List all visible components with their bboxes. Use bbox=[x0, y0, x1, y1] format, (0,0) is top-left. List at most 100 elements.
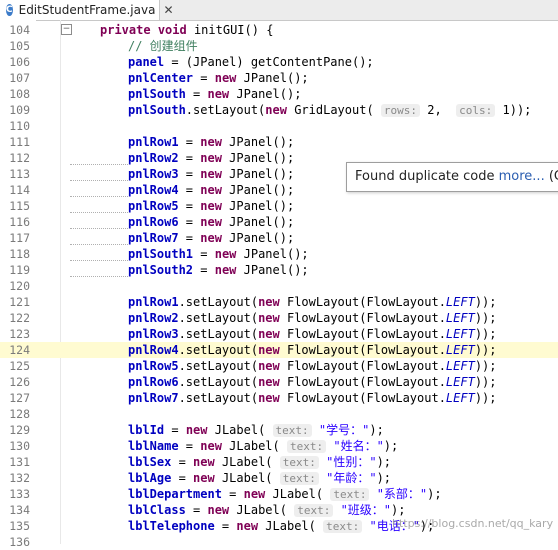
code-token: new bbox=[214, 71, 237, 85]
duplicate-code-marker bbox=[70, 210, 128, 213]
code-line[interactable]: 122 pnlRow2.setLayout(new FlowLayout(Flow… bbox=[0, 310, 558, 326]
code-token: pnlRow2 bbox=[128, 311, 179, 325]
line-number: 108 bbox=[9, 87, 30, 101]
line-number: 119 bbox=[9, 263, 30, 277]
line-number: 134 bbox=[9, 503, 30, 517]
parameter-hint: text: bbox=[323, 520, 363, 533]
code-token: lblTelephone bbox=[128, 519, 215, 533]
code-token: JLabel( bbox=[214, 455, 280, 469]
code-token: LEFT bbox=[445, 343, 475, 357]
code-token: pnlRow7 bbox=[128, 231, 179, 245]
code-line[interactable]: 133 lblDepartment = new JLabel( text: "系部… bbox=[0, 486, 558, 502]
code-line[interactable]: 105 // 创建组件 bbox=[0, 38, 558, 54]
tooltip-text: Found duplicate code bbox=[355, 169, 499, 184]
line-number: 106 bbox=[9, 55, 30, 69]
code-token: new bbox=[265, 103, 287, 117]
code-token: = bbox=[178, 199, 201, 213]
line-number: 117 bbox=[9, 231, 30, 245]
code-line[interactable]: 108 pnlSouth = new JPanel(); bbox=[0, 86, 558, 102]
line-number: 125 bbox=[9, 359, 30, 373]
code-token: = (JPanel) getContentPane(); bbox=[164, 55, 374, 69]
code-token: new bbox=[200, 151, 222, 165]
code-token: .setLayout( bbox=[178, 311, 259, 325]
code-text: lblId = new JLabel( text: "学号："); bbox=[128, 422, 384, 439]
code-token: FlowLayout(FlowLayout. bbox=[279, 391, 446, 405]
code-line[interactable]: 128 bbox=[0, 406, 558, 422]
code-text: pnlRow1.setLayout(new FlowLayout(FlowLay… bbox=[128, 294, 497, 310]
code-token: pnlRow3 bbox=[128, 327, 179, 341]
code-token: pnlRow4 bbox=[128, 183, 179, 197]
code-token: JPanel(); bbox=[236, 247, 309, 261]
code-line[interactable]: 107 pnlCenter = new JPanel(); bbox=[0, 70, 558, 86]
code-token: new bbox=[214, 263, 237, 277]
code-token: new bbox=[185, 423, 208, 437]
code-line[interactable]: 123 pnlRow3.setLayout(new FlowLayout(Flow… bbox=[0, 326, 558, 342]
code-line[interactable]: 130 lblName = new JLabel( text: "姓名："); bbox=[0, 438, 558, 454]
code-token: pnlRow5 bbox=[128, 199, 179, 213]
code-line[interactable]: 124 pnlRow4.setLayout(new FlowLayout(Flow… bbox=[0, 342, 558, 358]
code-line[interactable]: 134 lblClass = new JLabel( text: "班级："); bbox=[0, 502, 558, 518]
code-token: )); bbox=[474, 375, 497, 389]
code-token: JPanel(); bbox=[236, 263, 309, 277]
duplicate-code-marker bbox=[70, 258, 128, 261]
code-token: pnlCenter bbox=[128, 71, 194, 85]
code-token: ); bbox=[376, 471, 392, 485]
code-text: pnlRow5.setLayout(new FlowLayout(FlowLay… bbox=[128, 358, 497, 374]
code-token: lblAge bbox=[128, 471, 172, 485]
code-line[interactable]: 136 bbox=[0, 534, 558, 550]
code-token: JPanel(); bbox=[229, 87, 302, 101]
code-line[interactable]: 109 pnlSouth.setLayout(new GridLayout( ro… bbox=[0, 102, 558, 118]
code-token: .setLayout( bbox=[178, 343, 259, 357]
code-line[interactable]: 127 pnlRow7.setLayout(new FlowLayout(Flow… bbox=[0, 390, 558, 406]
code-line[interactable]: 121 pnlRow1.setLayout(new FlowLayout(Flow… bbox=[0, 294, 558, 310]
code-line[interactable]: 104 private void initGUI() { bbox=[0, 22, 558, 38]
code-token: "学号：" bbox=[318, 423, 370, 437]
code-token: GridLayout( bbox=[286, 103, 381, 117]
line-number: 132 bbox=[9, 471, 30, 485]
code-token: new bbox=[258, 391, 280, 405]
code-line[interactable]: 131 lblSex = new JLabel( text: "性别："); bbox=[0, 454, 558, 470]
code-line[interactable]: 129 lblId = new JLabel( text: "学号："); bbox=[0, 422, 558, 438]
code-text: panel = (JPanel) getContentPane(); bbox=[128, 54, 374, 70]
code-line[interactable]: 110 bbox=[0, 118, 558, 134]
code-token: new bbox=[258, 343, 280, 357]
code-token: LEFT bbox=[445, 359, 475, 373]
duplicate-code-marker bbox=[70, 274, 128, 277]
code-line[interactable]: 125 pnlRow5.setLayout(new FlowLayout(Flow… bbox=[0, 358, 558, 374]
code-token: new bbox=[236, 519, 259, 533]
code-token: new bbox=[258, 359, 280, 373]
code-token: pnlRow1 bbox=[128, 295, 179, 309]
code-token: JPanel(); bbox=[221, 199, 295, 213]
code-token: JPanel(); bbox=[221, 183, 295, 197]
code-token: new bbox=[207, 87, 230, 101]
code-token: = bbox=[178, 183, 201, 197]
code-token: JLabel( bbox=[207, 423, 273, 437]
code-line[interactable]: 126 pnlRow6.setLayout(new FlowLayout(Flow… bbox=[0, 374, 558, 390]
line-number: 104 bbox=[9, 23, 30, 37]
code-token: void bbox=[157, 23, 187, 37]
code-text: lblSex = new JLabel( text: "性别："); bbox=[128, 454, 391, 471]
code-token: FlowLayout(FlowLayout. bbox=[279, 327, 446, 341]
code-line[interactable]: 106 panel = (JPanel) getContentPane(); bbox=[0, 54, 558, 70]
tooltip-more-link[interactable]: more... bbox=[499, 169, 545, 184]
parameter-hint: text: bbox=[294, 504, 334, 517]
editor-tab[interactable]: C EditStudentFrame.java ✕ bbox=[0, 0, 174, 20]
code-token: pnlRow7 bbox=[128, 391, 179, 405]
code-token: new bbox=[207, 503, 230, 517]
parameter-hint: rows: bbox=[380, 104, 421, 117]
code-editor[interactable]: − 104 private void initGUI() {105// 创建组件 1… bbox=[0, 20, 558, 549]
code-line[interactable]: 120 bbox=[0, 278, 558, 294]
code-token: lblId bbox=[128, 423, 165, 437]
close-icon[interactable]: ✕ bbox=[163, 3, 173, 17]
code-text: pnlRow5 = new JPanel(); bbox=[128, 198, 294, 214]
line-number: 121 bbox=[9, 295, 30, 309]
java-class-icon: C bbox=[6, 4, 13, 16]
code-line[interactable]: 111 pnlRow1 = new JPanel(); bbox=[0, 134, 558, 150]
code-token: pnlSouth bbox=[128, 103, 186, 117]
line-number: 127 bbox=[9, 391, 30, 405]
duplicate-code-tooltip: Found duplicate code more... (Ctrl+F1) bbox=[346, 162, 558, 192]
code-line[interactable]: 132 lblAge = new JLabel( text: "年龄："); bbox=[0, 470, 558, 486]
code-token: )); bbox=[474, 391, 497, 405]
line-number: 118 bbox=[9, 247, 30, 261]
code-token: .setLayout( bbox=[178, 391, 259, 405]
